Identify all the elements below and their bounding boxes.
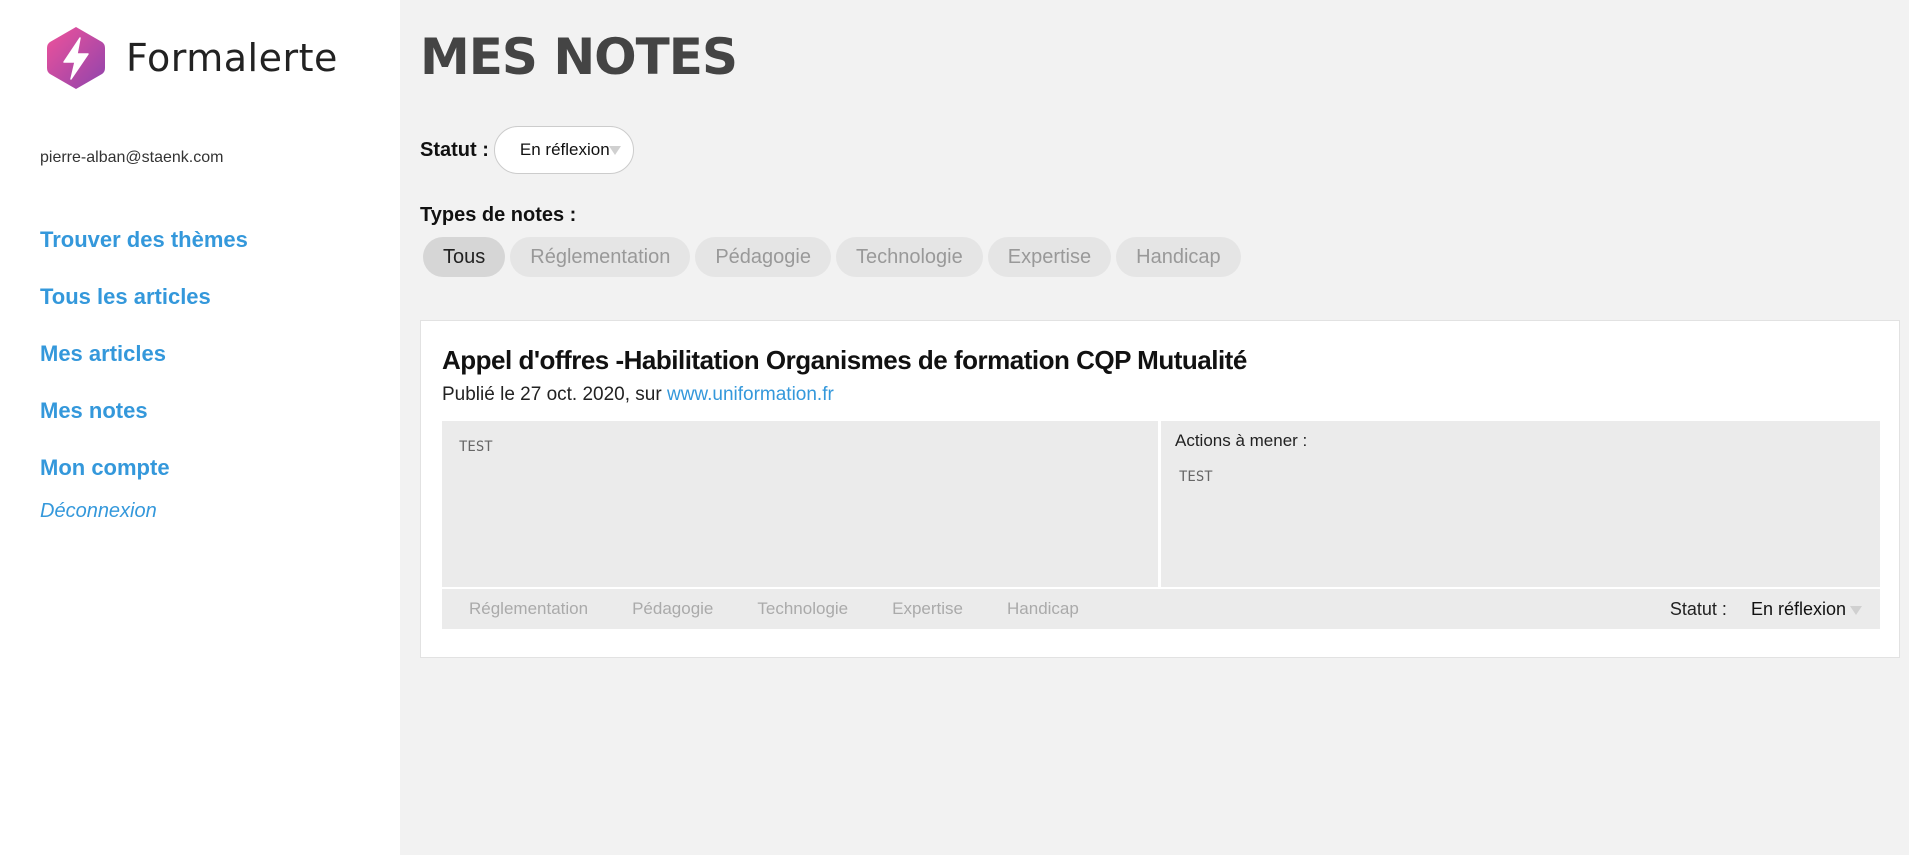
- user-email: pierre-alban@staenk.com: [40, 149, 224, 166]
- note-textarea[interactable]: TEST: [442, 421, 1158, 587]
- lightning-logo-icon: [47, 27, 105, 89]
- type-filter-expertise[interactable]: Expertise: [987, 237, 1112, 277]
- page-title: MES NOTES: [420, 28, 738, 86]
- type-filter-reglementation[interactable]: Réglementation: [510, 237, 691, 277]
- note-status-label: Statut :: [1669, 598, 1727, 619]
- note-status: Statut : En réflexion: [1670, 599, 1880, 620]
- tag-technologie[interactable]: Technologie: [757, 599, 848, 619]
- nav-item-mes-notes[interactable]: Mes notes: [40, 393, 248, 450]
- nav-item-mes-articles[interactable]: Mes articles: [40, 336, 248, 393]
- tag-pedagogie[interactable]: Pédagogie: [632, 599, 713, 619]
- tag-expertise[interactable]: Expertise: [892, 599, 963, 619]
- type-filter-handicap[interactable]: Handicap: [1116, 237, 1241, 277]
- sidebar: Formalerte pierre-alban@staenk.com Trouv…: [0, 0, 400, 855]
- note-status-value: En réflexion: [1750, 598, 1846, 619]
- note-type-filters: Tous Réglementation Pédagogie Technologi…: [423, 237, 1241, 277]
- logout-link[interactable]: Déconnexion: [40, 500, 157, 523]
- actions-label: Actions à mener :: [1175, 431, 1308, 450]
- type-filter-tous[interactable]: Tous: [423, 237, 506, 277]
- actions-textarea[interactable]: TEST: [1175, 469, 1866, 485]
- sidebar-nav: Trouver des thèmes Tous les articles Mes…: [40, 222, 248, 507]
- chevron-down-icon: [1850, 605, 1862, 615]
- note-footer: Réglementation Pédagogie Technologie Exp…: [442, 589, 1880, 629]
- published-date: Publié le 27 oct. 2020, sur: [442, 384, 667, 405]
- status-label: Statut :: [420, 138, 489, 161]
- chevron-down-icon: [608, 146, 621, 155]
- note-tags: Réglementation Pédagogie Technologie Exp…: [442, 599, 1123, 619]
- nav-item-tous-les-articles[interactable]: Tous les articles: [40, 279, 248, 336]
- tag-reglementation[interactable]: Réglementation: [469, 599, 588, 619]
- tag-handicap[interactable]: Handicap: [1007, 599, 1079, 619]
- type-filter-pedagogie[interactable]: Pédagogie: [695, 237, 831, 277]
- status-filter: Statut : En réflexion: [420, 126, 634, 174]
- brand-name: Formalerte: [126, 36, 338, 80]
- actions-panel: Actions à mener : TEST: [1161, 421, 1880, 587]
- note-meta: Publié le 27 oct. 2020, sur www.uniforma…: [442, 384, 834, 406]
- type-filter-technologie[interactable]: Technologie: [836, 237, 983, 277]
- note-status-select[interactable]: En réflexion: [1751, 599, 1862, 620]
- status-select[interactable]: En réflexion: [493, 126, 634, 174]
- note-card: Appel d'offres -Habilitation Organismes …: [420, 320, 1900, 658]
- note-body: TEST Actions à mener : TEST: [442, 421, 1880, 587]
- note-title[interactable]: Appel d'offres -Habilitation Organismes …: [442, 345, 1247, 376]
- nav-item-mon-compte[interactable]: Mon compte: [40, 450, 248, 507]
- source-link[interactable]: www.uniformation.fr: [667, 384, 834, 405]
- brand[interactable]: Formalerte: [42, 24, 338, 92]
- note-types-label: Types de notes :: [420, 204, 577, 226]
- nav-item-trouver-des-themes[interactable]: Trouver des thèmes: [40, 222, 248, 279]
- status-select-value: En réflexion: [519, 140, 610, 159]
